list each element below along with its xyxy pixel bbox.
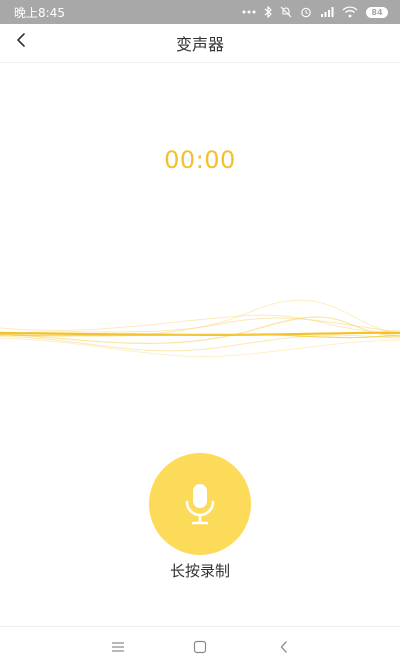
menu-button[interactable] — [108, 637, 128, 657]
record-timer: 00:00 — [164, 146, 236, 174]
mute-bell-icon — [280, 6, 292, 18]
home-button[interactable] — [190, 637, 210, 657]
home-icon — [193, 640, 207, 654]
back-button[interactable] — [10, 29, 32, 51]
dots-icon — [242, 10, 256, 14]
system-navigation-bar — [0, 626, 400, 667]
menu-icon — [112, 642, 124, 652]
app-header: 变声器 — [0, 24, 400, 63]
alarm-icon — [301, 7, 311, 18]
back-icon — [280, 641, 287, 653]
status-icons: 84 — [242, 6, 388, 18]
status-time-text: 晚上8:45 — [14, 5, 65, 20]
record-button[interactable] — [149, 453, 251, 555]
status-time: 晚上8:45 — [14, 4, 65, 21]
microphone-icon — [185, 484, 215, 525]
wifi-icon — [342, 6, 358, 18]
bluetooth-icon — [264, 6, 272, 18]
status-bar: 晚上8:45 84 — [0, 0, 400, 24]
battery-icon: 84 — [366, 6, 388, 18]
battery-level: 84 — [371, 7, 383, 17]
cellular-icon — [321, 7, 334, 17]
record-hint: 长按录制 — [169, 562, 230, 580]
chevron-left-icon — [17, 33, 25, 47]
page-title: 变声器 — [175, 35, 224, 54]
system-back-button[interactable] — [274, 637, 294, 657]
waveform-graphic — [0, 299, 400, 358]
